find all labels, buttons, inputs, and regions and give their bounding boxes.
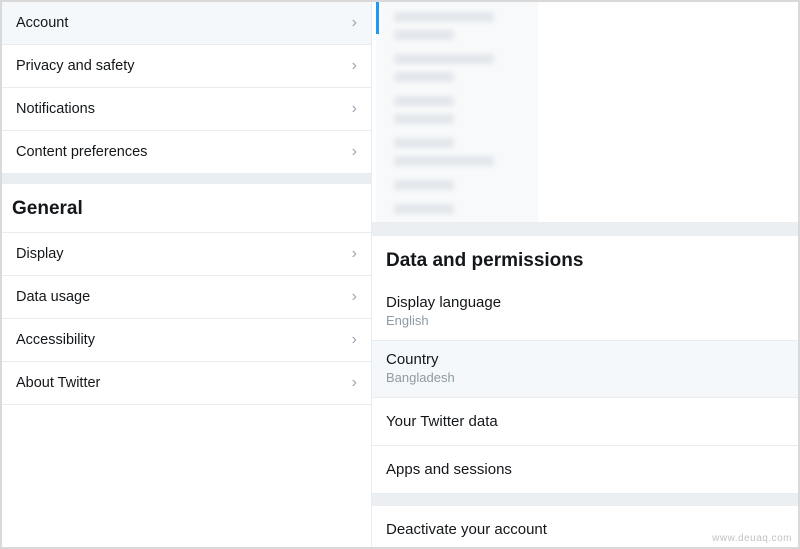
row-label: Your Twitter data [386, 413, 784, 430]
sidebar-item-label: Display [16, 246, 64, 262]
sidebar-item-label: Account [16, 15, 68, 31]
row-country[interactable]: Country Bangladesh [372, 341, 798, 398]
chevron-right-icon: › [352, 288, 357, 306]
sidebar-item-label: Notifications [16, 101, 95, 117]
sidebar-item-label: Data usage [16, 289, 90, 305]
row-your-twitter-data[interactable]: Your Twitter data [372, 398, 798, 446]
chevron-right-icon: › [352, 14, 357, 32]
sidebar-item-label: Content preferences [16, 144, 147, 160]
sidebar-item-label: About Twitter [16, 375, 100, 391]
row-label: Display language [386, 294, 784, 311]
row-display-language[interactable]: Display language English [372, 284, 798, 341]
sidebar-item-display[interactable]: Display › [2, 233, 371, 276]
sidebar-item-data-usage[interactable]: Data usage › [2, 276, 371, 319]
row-label: Apps and sessions [386, 461, 784, 478]
chevron-right-icon: › [352, 100, 357, 118]
section-divider [2, 174, 371, 184]
section-divider [372, 222, 798, 236]
chevron-right-icon: › [352, 143, 357, 161]
row-value: English [386, 313, 784, 328]
sidebar-item-account[interactable]: Account › [2, 2, 371, 45]
chevron-right-icon: › [352, 374, 357, 392]
chevron-right-icon: › [352, 57, 357, 75]
sidebar-item-label: Accessibility [16, 332, 95, 348]
sidebar-item-accessibility[interactable]: Accessibility › [2, 319, 371, 362]
settings-root: Account › Privacy and safety › Notificat… [2, 2, 798, 547]
section-divider [372, 494, 798, 506]
watermark-text: www.deuaq.com [712, 533, 792, 544]
sidebar-item-privacy-safety[interactable]: Privacy and safety › [2, 45, 371, 88]
chevron-right-icon: › [352, 245, 357, 263]
sidebar-item-about-twitter[interactable]: About Twitter › [2, 362, 371, 405]
general-section-header: General [2, 184, 371, 233]
settings-sidebar: Account › Privacy and safety › Notificat… [2, 2, 372, 547]
data-permissions-header: Data and permissions [372, 236, 798, 284]
chevron-right-icon: › [352, 331, 357, 349]
row-value: Bangladesh [386, 370, 784, 385]
row-apps-and-sessions[interactable]: Apps and sessions [372, 446, 798, 494]
sidebar-item-label: Privacy and safety [16, 58, 134, 74]
row-label: Country [386, 351, 784, 368]
sidebar-item-notifications[interactable]: Notifications › [2, 88, 371, 131]
sidebar-item-content-preferences[interactable]: Content preferences › [2, 131, 371, 174]
redacted-login-section [376, 2, 538, 222]
account-detail-panel: Data and permissions Display language En… [372, 2, 798, 547]
